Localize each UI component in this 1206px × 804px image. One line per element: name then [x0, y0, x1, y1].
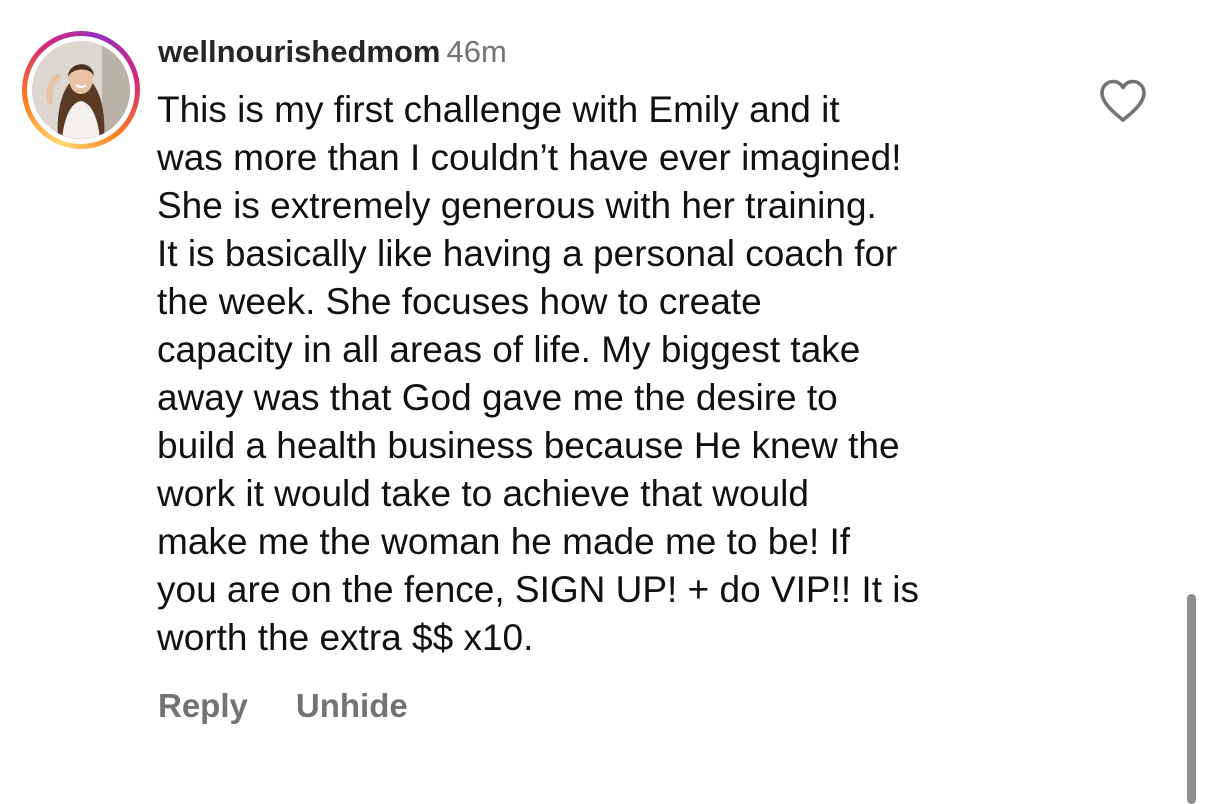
timestamp: 46m [446, 34, 507, 69]
scrollbar[interactable] [1187, 594, 1196, 804]
reply-button[interactable]: Reply [158, 684, 248, 728]
like-button[interactable] [1098, 78, 1148, 124]
comment-header: wellnourishedmom 46m [158, 30, 507, 74]
unhide-button[interactable]: Unhide [296, 684, 408, 728]
avatar-photo-icon [32, 41, 130, 139]
username[interactable]: wellnourishedmom [158, 34, 440, 69]
avatar-story-ring[interactable] [22, 31, 140, 149]
heart-outline-icon [1100, 79, 1146, 122]
comment-actions: Reply Unhide [158, 684, 456, 728]
comment-item: wellnourishedmom 46m This is my first cha… [0, 0, 1206, 804]
avatar[interactable] [32, 41, 130, 139]
avatar-ring-gap [27, 36, 135, 144]
comment-text: This is my first challenge with Emily an… [157, 89, 919, 658]
